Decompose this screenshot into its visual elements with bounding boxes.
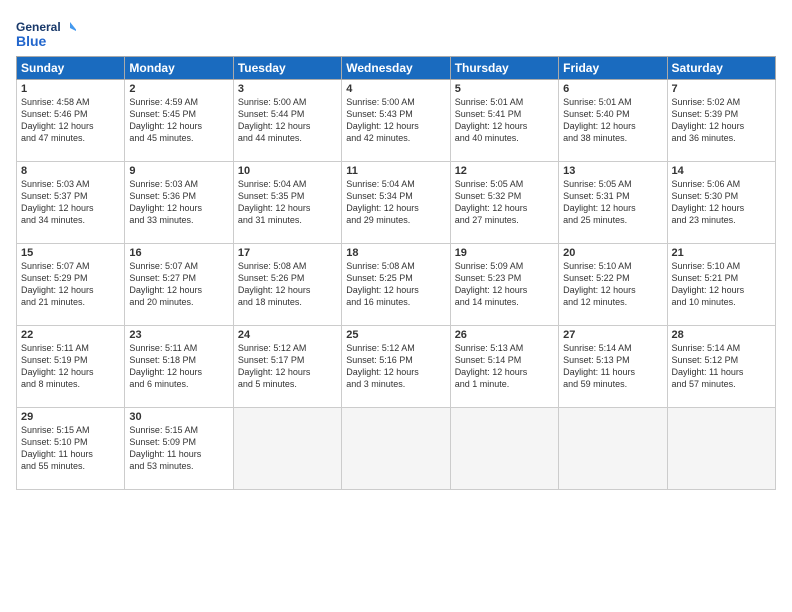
calendar-day-27: 27Sunrise: 5:14 AMSunset: 5:13 PMDayligh… xyxy=(559,326,667,408)
calendar-day-21: 21Sunrise: 5:10 AMSunset: 5:21 PMDayligh… xyxy=(667,244,775,326)
svg-text:Blue: Blue xyxy=(16,33,47,49)
calendar-empty xyxy=(342,408,450,490)
calendar-day-4: 4Sunrise: 5:00 AMSunset: 5:43 PMDaylight… xyxy=(342,80,450,162)
calendar-day-9: 9Sunrise: 5:03 AMSunset: 5:36 PMDaylight… xyxy=(125,162,233,244)
calendar-week-2: 8Sunrise: 5:03 AMSunset: 5:37 PMDaylight… xyxy=(17,162,776,244)
calendar-day-15: 15Sunrise: 5:07 AMSunset: 5:29 PMDayligh… xyxy=(17,244,125,326)
calendar-day-22: 22Sunrise: 5:11 AMSunset: 5:19 PMDayligh… xyxy=(17,326,125,408)
col-header-thursday: Thursday xyxy=(450,57,558,80)
col-header-monday: Monday xyxy=(125,57,233,80)
calendar-day-5: 5Sunrise: 5:01 AMSunset: 5:41 PMDaylight… xyxy=(450,80,558,162)
calendar-day-3: 3Sunrise: 5:00 AMSunset: 5:44 PMDaylight… xyxy=(233,80,341,162)
calendar-day-25: 25Sunrise: 5:12 AMSunset: 5:16 PMDayligh… xyxy=(342,326,450,408)
calendar-day-6: 6Sunrise: 5:01 AMSunset: 5:40 PMDaylight… xyxy=(559,80,667,162)
calendar-week-3: 15Sunrise: 5:07 AMSunset: 5:29 PMDayligh… xyxy=(17,244,776,326)
header: General Blue xyxy=(16,12,776,52)
calendar-empty xyxy=(559,408,667,490)
calendar-day-8: 8Sunrise: 5:03 AMSunset: 5:37 PMDaylight… xyxy=(17,162,125,244)
col-header-tuesday: Tuesday xyxy=(233,57,341,80)
logo: General Blue xyxy=(16,16,76,52)
logo-svg: General Blue xyxy=(16,16,76,52)
calendar-header-row: SundayMondayTuesdayWednesdayThursdayFrid… xyxy=(17,57,776,80)
col-header-friday: Friday xyxy=(559,57,667,80)
page: General Blue SundayMondayTuesdayWednesda… xyxy=(0,0,792,612)
calendar-day-13: 13Sunrise: 5:05 AMSunset: 5:31 PMDayligh… xyxy=(559,162,667,244)
calendar-day-24: 24Sunrise: 5:12 AMSunset: 5:17 PMDayligh… xyxy=(233,326,341,408)
calendar-body: 1Sunrise: 4:58 AMSunset: 5:46 PMDaylight… xyxy=(17,80,776,490)
calendar-week-5: 29Sunrise: 5:15 AMSunset: 5:10 PMDayligh… xyxy=(17,408,776,490)
calendar-day-18: 18Sunrise: 5:08 AMSunset: 5:25 PMDayligh… xyxy=(342,244,450,326)
calendar-day-19: 19Sunrise: 5:09 AMSunset: 5:23 PMDayligh… xyxy=(450,244,558,326)
calendar-day-14: 14Sunrise: 5:06 AMSunset: 5:30 PMDayligh… xyxy=(667,162,775,244)
calendar-day-20: 20Sunrise: 5:10 AMSunset: 5:22 PMDayligh… xyxy=(559,244,667,326)
calendar-day-12: 12Sunrise: 5:05 AMSunset: 5:32 PMDayligh… xyxy=(450,162,558,244)
calendar-empty xyxy=(450,408,558,490)
calendar-day-29: 29Sunrise: 5:15 AMSunset: 5:10 PMDayligh… xyxy=(17,408,125,490)
calendar-day-11: 11Sunrise: 5:04 AMSunset: 5:34 PMDayligh… xyxy=(342,162,450,244)
calendar-table: SundayMondayTuesdayWednesdayThursdayFrid… xyxy=(16,56,776,490)
calendar-empty xyxy=(667,408,775,490)
col-header-saturday: Saturday xyxy=(667,57,775,80)
calendar-day-2: 2Sunrise: 4:59 AMSunset: 5:45 PMDaylight… xyxy=(125,80,233,162)
calendar-day-1: 1Sunrise: 4:58 AMSunset: 5:46 PMDaylight… xyxy=(17,80,125,162)
calendar-empty xyxy=(233,408,341,490)
calendar-day-17: 17Sunrise: 5:08 AMSunset: 5:26 PMDayligh… xyxy=(233,244,341,326)
col-header-sunday: Sunday xyxy=(17,57,125,80)
calendar-day-28: 28Sunrise: 5:14 AMSunset: 5:12 PMDayligh… xyxy=(667,326,775,408)
calendar-day-16: 16Sunrise: 5:07 AMSunset: 5:27 PMDayligh… xyxy=(125,244,233,326)
calendar-week-1: 1Sunrise: 4:58 AMSunset: 5:46 PMDaylight… xyxy=(17,80,776,162)
calendar-day-7: 7Sunrise: 5:02 AMSunset: 5:39 PMDaylight… xyxy=(667,80,775,162)
calendar-day-30: 30Sunrise: 5:15 AMSunset: 5:09 PMDayligh… xyxy=(125,408,233,490)
col-header-wednesday: Wednesday xyxy=(342,57,450,80)
calendar-day-23: 23Sunrise: 5:11 AMSunset: 5:18 PMDayligh… xyxy=(125,326,233,408)
calendar-day-10: 10Sunrise: 5:04 AMSunset: 5:35 PMDayligh… xyxy=(233,162,341,244)
calendar-week-4: 22Sunrise: 5:11 AMSunset: 5:19 PMDayligh… xyxy=(17,326,776,408)
calendar-day-26: 26Sunrise: 5:13 AMSunset: 5:14 PMDayligh… xyxy=(450,326,558,408)
svg-text:General: General xyxy=(16,20,61,34)
